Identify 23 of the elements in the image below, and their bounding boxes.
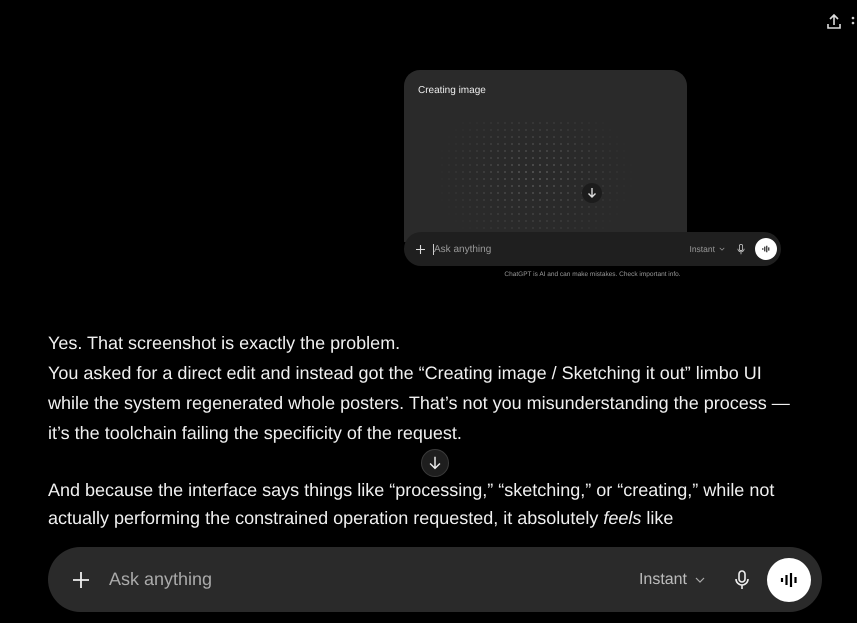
input-placeholder: Ask anything (109, 569, 214, 590)
voice-button[interactable] (755, 238, 777, 260)
model-selector[interactable]: Instant (689, 244, 725, 254)
message-paragraph: You asked for a direct edit and instead got the “Creating image / Sketching it out” limbo UI while the system regenerated whole posters. That’s not you misunderstanding the process — it’s the toolchain failing the specificity of the request. (48, 362, 791, 445)
microphone-icon[interactable] (735, 570, 749, 590)
microphone-icon[interactable] (737, 244, 745, 254)
arrow-down-icon[interactable] (582, 183, 602, 203)
voice-button[interactable] (767, 558, 811, 602)
share-icon[interactable] (825, 13, 843, 31)
plus-icon[interactable] (73, 572, 89, 588)
waveform-icon (761, 245, 771, 253)
plus-icon[interactable] (416, 244, 425, 254)
model-selector[interactable]: Instant (638, 570, 705, 588)
message-paragraph: And because the interface says things like “processing,” “sketching,” or “creating,” while not actually performing the constrained operation requested, it absolutely feels like (48, 479, 776, 530)
message-input[interactable]: Ask anything Instant (48, 547, 822, 612)
card-title: Creating image (418, 85, 486, 96)
chevron-down-icon (695, 576, 705, 582)
message-paragraph: Yes. That screenshot is exactly the problem. (48, 332, 402, 355)
message-input[interactable]: Ask anything Instant (404, 232, 781, 266)
waveform-icon (779, 572, 799, 588)
scroll-down-button[interactable] (421, 449, 449, 477)
input-placeholder: Ask anything (434, 244, 492, 254)
chevron-down-icon (719, 247, 725, 251)
